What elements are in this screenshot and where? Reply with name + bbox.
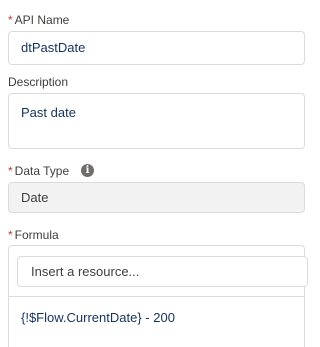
info-icon[interactable]: i bbox=[81, 164, 94, 177]
required-asterisk: * bbox=[8, 164, 13, 178]
api-name-label-text: API Name bbox=[14, 13, 70, 27]
data-type-field: Date bbox=[8, 182, 305, 213]
api-name-value: dtPastDate bbox=[21, 40, 86, 55]
description-value: Past date bbox=[21, 105, 76, 120]
api-name-input[interactable]: dtPastDate bbox=[8, 31, 305, 65]
formula-label: * Formula bbox=[8, 228, 59, 242]
formula-editor: Insert a resource... {!$Flow.CurrentDate… bbox=[8, 245, 308, 347]
required-asterisk: * bbox=[8, 228, 13, 242]
formula-label-text: Formula bbox=[14, 228, 59, 242]
resource-picker-input[interactable]: Insert a resource... bbox=[17, 256, 308, 287]
data-type-label: * Data Type bbox=[8, 164, 69, 178]
data-type-value: Date bbox=[21, 190, 49, 205]
resource-placeholder: Insert a resource... bbox=[31, 264, 140, 279]
description-label-text: Description bbox=[8, 75, 69, 89]
required-asterisk: * bbox=[8, 13, 13, 27]
description-label: Description bbox=[8, 75, 68, 89]
description-textarea[interactable]: Past date bbox=[8, 93, 305, 149]
data-type-label-text: Data Type bbox=[14, 164, 70, 178]
formula-divider bbox=[9, 296, 304, 297]
formula-expression[interactable]: {!$Flow.CurrentDate} - 200 bbox=[21, 310, 175, 326]
api-name-label: * API Name bbox=[8, 13, 69, 27]
